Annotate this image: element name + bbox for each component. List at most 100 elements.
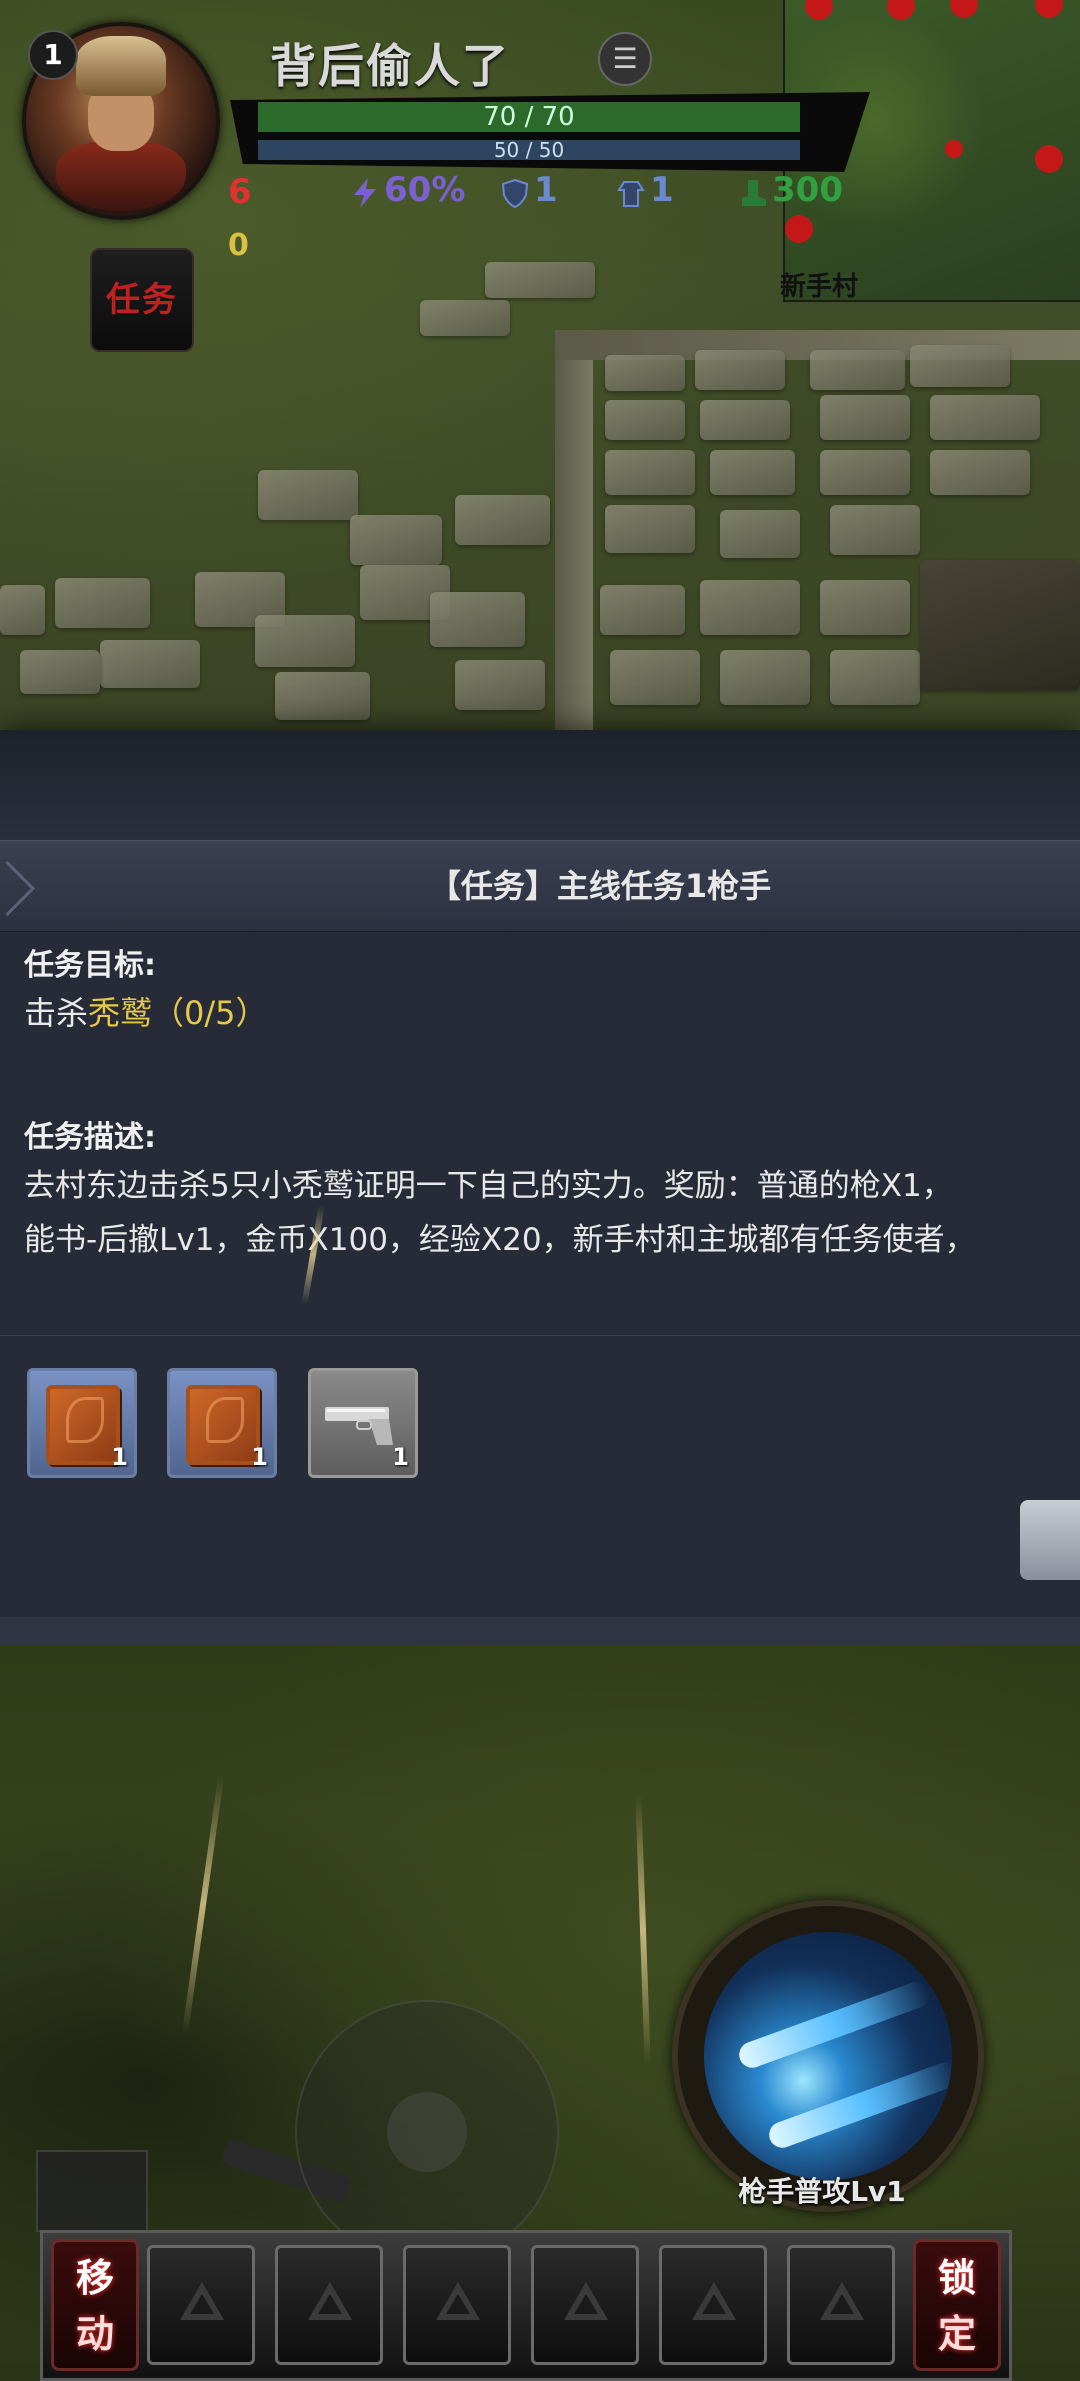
paving-stone — [455, 660, 545, 710]
paving-stone — [820, 580, 910, 635]
paving-stone — [100, 640, 200, 688]
empty-slot-icon — [692, 2282, 736, 2320]
stat-defense-value: 1 — [534, 170, 558, 210]
hotbar-slot[interactable] — [659, 2245, 767, 2365]
beam-shape — [735, 1978, 933, 2072]
enemy-marker — [785, 215, 813, 243]
paving-stone — [430, 592, 525, 647]
move-toggle-button[interactable]: 移 动 — [51, 2239, 139, 2371]
stat-defense: 1 — [500, 170, 558, 210]
enemy-marker — [1035, 0, 1063, 18]
stone-wall — [555, 330, 593, 730]
reward-slot[interactable]: 1 — [308, 1368, 418, 1478]
paving-stone — [720, 650, 810, 705]
objective-target: 秃鹫 — [88, 994, 153, 1032]
stat-yellow-value: 0 — [228, 228, 249, 263]
objective-text: 击杀秃鹫（0/5） — [24, 988, 268, 1034]
paving-stone — [695, 350, 785, 390]
paving-stone — [20, 650, 100, 694]
paving-stone — [605, 450, 695, 495]
boot-icon — [738, 177, 768, 207]
paving-stone — [710, 450, 795, 495]
hp-text: 70 / 70 — [483, 102, 575, 132]
paving-stone — [820, 450, 910, 495]
dialog-title: 【任务】主线任务1枪手 — [428, 867, 772, 905]
move-label-top: 移 — [75, 2256, 114, 2300]
reward-count: 1 — [392, 1443, 409, 1471]
paving-stone — [275, 672, 370, 720]
rubble-pile — [920, 560, 1080, 690]
paving-stone — [258, 470, 358, 520]
objective-progress: （0/5） — [152, 994, 268, 1032]
paving-stone — [0, 585, 45, 635]
armor-icon — [616, 177, 646, 207]
reward-count: 1 — [111, 1443, 128, 1471]
paving-stone — [610, 650, 700, 705]
objective-label: 任务目标: — [24, 948, 156, 983]
mp-text: 50 / 50 — [493, 138, 565, 162]
stat-speed-value: 60% — [384, 170, 466, 210]
lock-label-top: 锁 — [937, 2256, 976, 2300]
paving-stone — [930, 450, 1030, 495]
movement-joystick[interactable] — [295, 2000, 559, 2264]
pistol-icon — [325, 1407, 393, 1445]
shield-icon — [500, 177, 530, 208]
paving-stone — [810, 350, 905, 390]
stat-magic-resist-value: 1 — [650, 170, 674, 210]
reward-slot[interactable]: 1 — [27, 1368, 137, 1478]
paving-stone — [605, 355, 685, 391]
enemy-marker — [1035, 145, 1063, 173]
enemy-marker — [805, 0, 833, 20]
empty-slot-icon — [180, 2282, 224, 2320]
paving-stone — [830, 650, 920, 705]
stat-red-value: 6 — [228, 172, 252, 212]
hotbar-slot[interactable] — [275, 2245, 383, 2365]
player-level-badge: 1 — [28, 30, 78, 80]
stat-green-value: 300 — [772, 170, 843, 210]
paving-stone — [600, 585, 685, 635]
beam-shape — [765, 2058, 952, 2152]
paving-stone — [255, 615, 355, 667]
lock-label-bottom: 定 — [937, 2312, 976, 2356]
reward-count: 1 — [251, 1443, 268, 1471]
skill-book-icon — [186, 1385, 260, 1465]
paving-stone — [485, 262, 595, 298]
enemy-marker — [950, 0, 978, 18]
empty-slot-icon — [564, 2282, 608, 2320]
joystick-knob[interactable] — [387, 2092, 467, 2172]
paving-stone — [55, 578, 150, 628]
skill-button[interactable] — [672, 1900, 984, 2212]
stat-magic-resist: 1 — [616, 170, 674, 210]
lightning-icon — [350, 177, 380, 208]
dialog-top-strip — [0, 730, 1080, 840]
player-name: 背后偷人了 — [270, 39, 510, 93]
task-button[interactable]: 任务 — [90, 248, 194, 352]
paving-stone — [420, 300, 510, 336]
paving-stone — [910, 345, 1010, 387]
item-box[interactable] — [36, 2150, 148, 2232]
lock-target-button[interactable]: 锁 定 — [913, 2239, 1001, 2371]
paving-stone — [830, 505, 920, 555]
enemy-marker — [945, 140, 963, 158]
paving-stone — [605, 400, 685, 440]
stat-speed: 60% — [350, 170, 465, 210]
hotbar-slot[interactable] — [403, 2245, 511, 2365]
hotbar-slot[interactable] — [531, 2245, 639, 2365]
stat-yellow: 0 — [228, 228, 249, 263]
divider — [0, 1335, 1080, 1336]
empty-slot-icon — [308, 2282, 352, 2320]
description-label: 任务描述: — [24, 1120, 156, 1155]
paving-stone — [700, 580, 800, 635]
move-label-bottom: 动 — [75, 2312, 114, 2356]
paving-stone — [350, 515, 442, 565]
guild-badge-icon[interactable]: ☰ — [598, 32, 652, 86]
dialog-bottom-strip — [0, 1617, 1080, 1645]
paving-stone — [930, 395, 1040, 440]
dialog-side-button[interactable] — [1020, 1500, 1080, 1580]
reward-slot[interactable]: 1 — [167, 1368, 277, 1478]
hotbar-slot[interactable] — [787, 2245, 895, 2365]
enemy-marker — [887, 0, 915, 20]
description-line-2: 能书-后撤Lv1，金币X100，经验X20，新手村和主城都有任务使者， — [24, 1222, 976, 1258]
objective-prefix: 击杀 — [24, 994, 89, 1032]
hotbar-slot[interactable] — [147, 2245, 255, 2365]
